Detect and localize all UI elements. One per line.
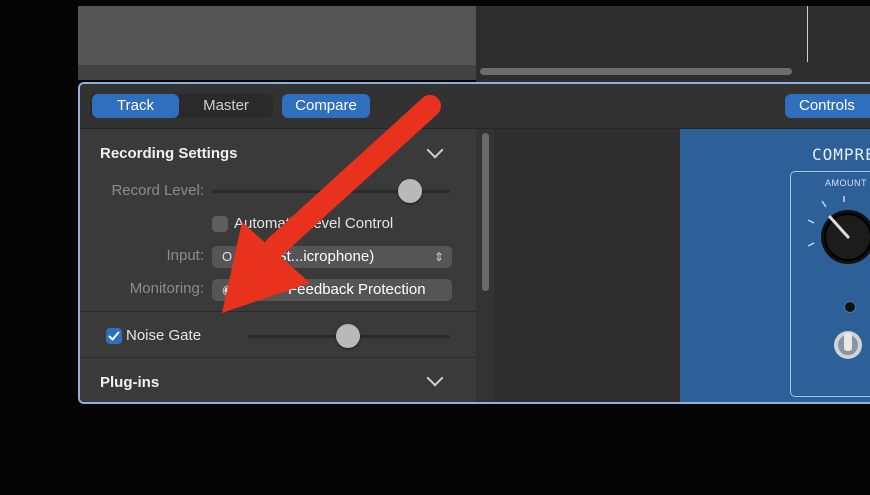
red-arrow-icon: [222, 95, 441, 313]
